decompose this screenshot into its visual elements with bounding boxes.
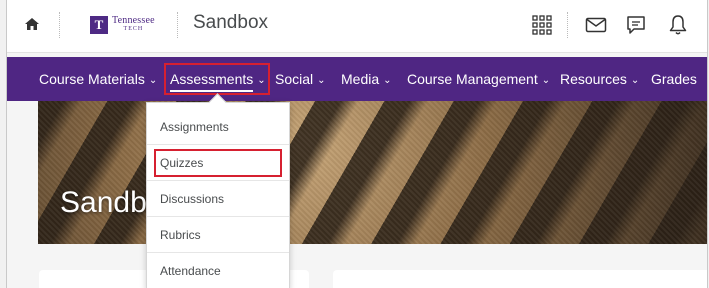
nav-resources[interactable]: Resources ⌄ bbox=[560, 57, 639, 101]
course-banner-image: Sandbox bbox=[38, 101, 707, 244]
nav-label: Course Materials bbox=[39, 71, 145, 87]
nav-social[interactable]: Social ⌄ bbox=[275, 57, 326, 101]
assessments-dropdown-menu: Assignments Quizzes Discussions Rubrics … bbox=[146, 102, 290, 288]
content-card bbox=[333, 270, 707, 288]
logo-line2: TECH bbox=[123, 26, 144, 32]
tennessee-tech-logo[interactable]: T Tennessee TECH bbox=[90, 13, 155, 37]
menu-item-discussions[interactable]: Discussions bbox=[147, 181, 289, 217]
browser-frame: T Tennessee TECH Sandbox Course Material… bbox=[6, 0, 708, 288]
nav-media[interactable]: Media ⌄ bbox=[341, 57, 392, 101]
bell-icon[interactable] bbox=[666, 13, 690, 37]
chevron-down-icon: ⌄ bbox=[317, 75, 326, 86]
nav-label: Course Management bbox=[407, 71, 538, 87]
nav-course-management[interactable]: Course Management ⌄ bbox=[407, 57, 550, 101]
divider bbox=[567, 12, 569, 38]
nav-label: Grades bbox=[651, 71, 697, 87]
course-navbar: Course Materials ⌄ Assessments ⌄ Social ⌄ M… bbox=[7, 57, 707, 101]
nav-label: Resources bbox=[560, 71, 627, 87]
nav-course-materials[interactable]: Course Materials ⌄ bbox=[39, 57, 157, 101]
waffle-icon[interactable] bbox=[530, 13, 554, 37]
chevron-down-icon: ⌄ bbox=[148, 75, 158, 86]
logo-mark: T bbox=[90, 16, 108, 34]
menu-item-rubrics[interactable]: Rubrics bbox=[147, 217, 289, 253]
chevron-down-icon: ⌄ bbox=[383, 75, 392, 86]
chevron-down-icon: ⌄ bbox=[630, 75, 640, 86]
site-title[interactable]: Sandbox bbox=[193, 12, 268, 34]
chat-icon[interactable] bbox=[624, 13, 648, 37]
email-icon[interactable] bbox=[584, 13, 608, 37]
menu-item-attendance[interactable]: Attendance bbox=[147, 253, 289, 288]
menu-item-assignments[interactable]: Assignments bbox=[147, 109, 289, 145]
assessments-highlight-box bbox=[164, 63, 270, 95]
nav-grades[interactable]: Grades bbox=[651, 57, 697, 101]
quizzes-highlight-box bbox=[154, 149, 282, 177]
divider bbox=[59, 12, 61, 38]
divider bbox=[177, 12, 179, 38]
logo-line1: Tennessee bbox=[112, 15, 155, 26]
nav-label: Social bbox=[275, 71, 314, 87]
top-bar: T Tennessee TECH Sandbox bbox=[7, 0, 707, 53]
chevron-down-icon: ⌄ bbox=[541, 75, 551, 86]
nav-label: Media bbox=[341, 71, 380, 87]
logo-text: Tennessee TECH bbox=[112, 16, 155, 34]
home-icon[interactable] bbox=[23, 15, 41, 33]
